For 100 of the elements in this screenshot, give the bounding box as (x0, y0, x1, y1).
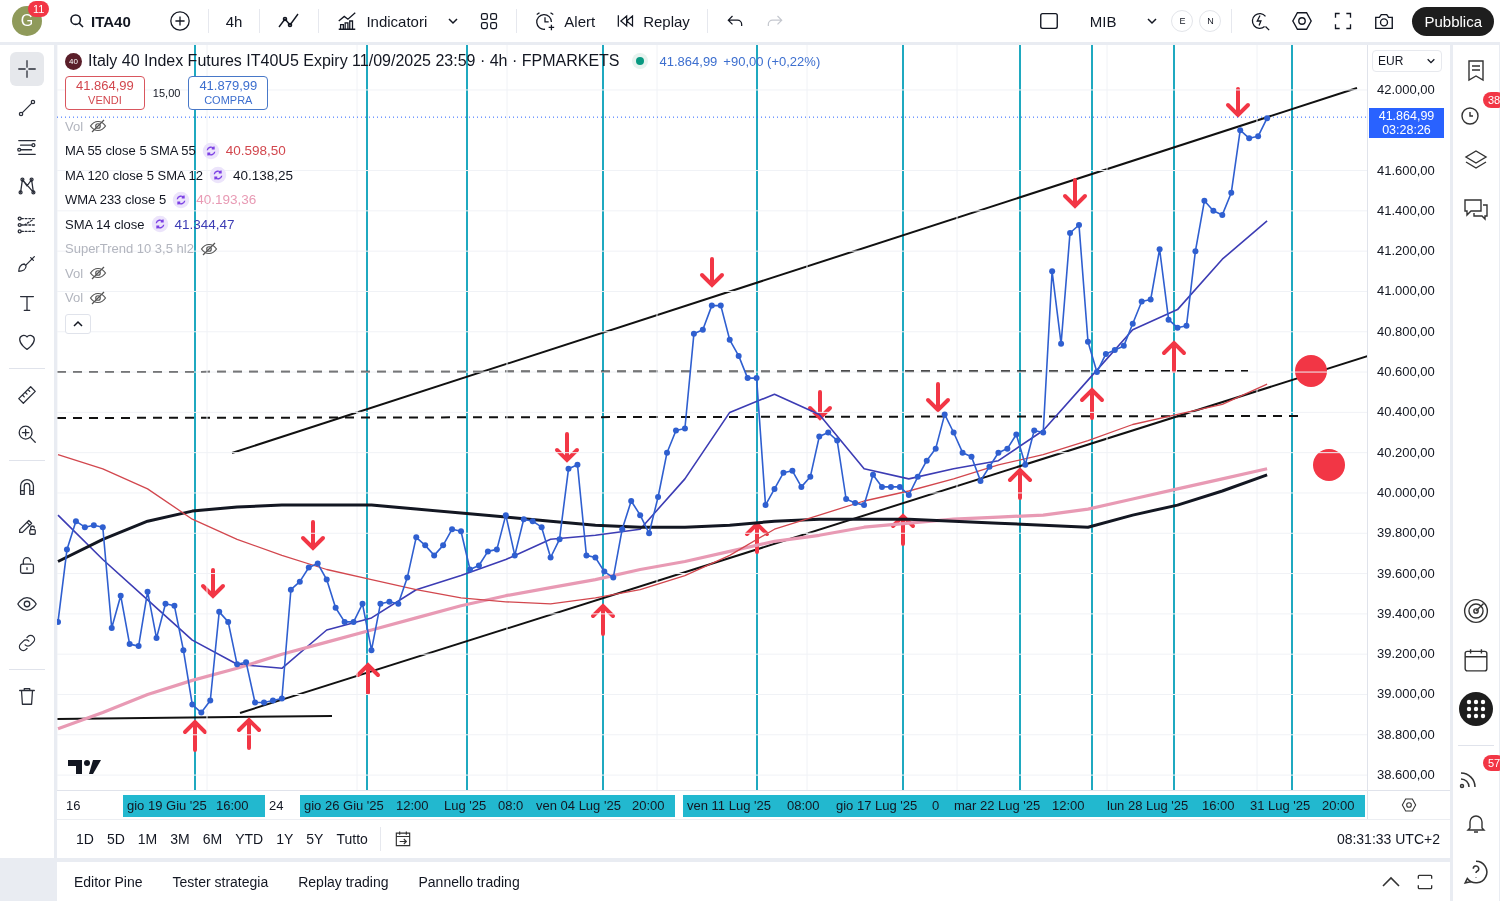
range-button[interactable]: 3M (165, 827, 195, 851)
ruler-icon (16, 384, 38, 406)
collapse-legend-button[interactable] (65, 314, 91, 334)
hidden-eye-icon[interactable] (89, 266, 108, 281)
lightning-search-icon (1249, 10, 1272, 32)
publish-button[interactable]: Pubblica (1412, 6, 1494, 36)
time-axis-label: 20:00 (628, 795, 675, 817)
time-axis-label: ven 11 Lug '25 (683, 795, 783, 817)
panel-tab[interactable]: Replay trading (287, 867, 400, 896)
time-axis-label: 31 Lug '25 (1246, 795, 1318, 817)
caret-icon (447, 15, 460, 27)
time-axis-label: gio 17 Lug '25 (832, 795, 928, 817)
refresh-icon[interactable] (172, 190, 191, 209)
currency-dropdown[interactable]: EUR (1372, 50, 1442, 72)
brush-icon (16, 253, 38, 275)
calendar-icon (1463, 647, 1489, 673)
range-button[interactable]: 1M (132, 827, 163, 851)
indicator-value: 40.598,50 (225, 143, 286, 159)
caret-icon (1146, 15, 1159, 27)
symbol-search-button[interactable]: ITA40 (62, 8, 138, 34)
range-button[interactable]: YTD (230, 827, 269, 851)
price-tick-label: 39.800,00 (1377, 525, 1435, 541)
panel-tab[interactable]: Tester strategia (161, 867, 280, 896)
chat-icon (1463, 197, 1489, 221)
logo-icon (68, 760, 101, 774)
sell-button[interactable]: 41.864,99 VENDI (65, 76, 145, 110)
range-button[interactable]: 6M (197, 827, 228, 851)
indicators-button[interactable]: Indicatori (329, 6, 435, 36)
price-tick-label: 40.000,00 (1377, 484, 1435, 500)
price-tick-label: 38.600,00 (1377, 767, 1435, 783)
refresh-icon[interactable] (150, 215, 169, 234)
time-axis-label: 12:00 (1048, 795, 1103, 817)
pattern-icon (16, 175, 38, 197)
refresh-icon[interactable] (209, 166, 228, 185)
indicator-value: 40.138,25 (233, 167, 294, 183)
price-tick-label: 39.000,00 (1377, 686, 1435, 702)
indicator-name[interactable]: WMA 233 close 5 (65, 192, 167, 208)
help-icon (1463, 859, 1489, 885)
time-axis-label: Lug '25 (440, 795, 494, 817)
panel-tab[interactable]: Editor Pine (63, 867, 154, 896)
time-axis-label: 0 (928, 795, 950, 817)
time-axis-label: lun 28 Lug '25 (1103, 795, 1198, 817)
range-button[interactable]: 5D (101, 827, 130, 851)
time-axis-label: 16:00 (212, 795, 265, 817)
clock[interactable]: 08:31:33 UTC+2 (1336, 831, 1440, 847)
alert-button[interactable]: Alert (527, 6, 603, 36)
price-tick-label: 40.800,00 (1377, 323, 1435, 339)
layers-icon (1464, 148, 1488, 172)
range-button[interactable]: 1Y (271, 827, 299, 851)
replay-button[interactable]: Replay (608, 7, 697, 35)
crosshair-tool-button[interactable] (10, 52, 44, 86)
layout-name-button[interactable]: MIB (1082, 8, 1124, 34)
time-axis-label: 12:00 (392, 795, 440, 817)
target-icon (1463, 598, 1489, 624)
annotation-drawing[interactable] (57, 45, 1367, 790)
hidden-eye-icon[interactable] (89, 290, 108, 305)
time-axis-label: gio 19 Giu '25 (123, 795, 212, 817)
apps-button[interactable] (1459, 692, 1493, 726)
time-axis-label: ven 04 Lug '25 (532, 795, 628, 817)
time-axis-label: 24 (268, 797, 285, 815)
link-icon (16, 632, 38, 654)
price-tick-label: 41.600,00 (1377, 162, 1435, 178)
range-button[interactable]: Tutto (331, 827, 373, 851)
last-price: 41.864,99 (659, 53, 718, 69)
buy-button[interactable]: 41.879,99 COMPRA (188, 76, 269, 110)
chevron-up-icon (73, 320, 83, 328)
price-tick-label: 39.600,00 (1377, 565, 1435, 581)
settings-icon (1291, 10, 1314, 32)
levels-icon (16, 214, 38, 236)
range-button[interactable]: 1D (71, 827, 99, 851)
settings-icon (1401, 797, 1417, 813)
last-price-value: 41.864,99 (1378, 109, 1435, 124)
fullscreen-icon (1333, 11, 1354, 31)
interval-button[interactable]: 4h (218, 8, 250, 34)
panel-tab[interactable]: Pannello trading (407, 867, 531, 896)
price-tick-label: 39.200,00 (1377, 646, 1435, 662)
indicator-name[interactable]: SMA 14 close (65, 216, 145, 232)
trend-line-icon (16, 97, 38, 119)
square-icon (1037, 10, 1060, 32)
time-axis-label: gio 26 Giu '25 (300, 795, 392, 817)
range-button[interactable]: 5Y (301, 827, 329, 851)
time-axis-label: 16 (65, 797, 82, 815)
price-tick-label: 40.400,00 (1377, 404, 1435, 420)
feed-count-badge: 57 (1483, 755, 1500, 771)
hidden-eye-icon[interactable] (89, 119, 108, 134)
bar-countdown: 03:28:26 (1382, 123, 1431, 138)
time-axis-label: 08:0 (494, 795, 532, 817)
price-tick-label: 39.400,00 (1377, 605, 1435, 621)
symbol-logo: 40 (65, 52, 82, 70)
price-tick-label: 41.000,00 (1377, 283, 1435, 299)
alarm-clock-icon (534, 10, 557, 32)
refresh-icon[interactable] (201, 141, 220, 160)
crosshair-icon (16, 58, 38, 80)
hidden-eye-icon[interactable] (199, 241, 218, 256)
time-axis-label: 16:00 (1198, 795, 1246, 817)
chevron-up-icon (1381, 875, 1401, 888)
price-tick-label: 41.400,00 (1377, 202, 1435, 218)
time-axis-label: 20:00 (1318, 795, 1365, 817)
grid-icon (479, 11, 500, 31)
alerts-count-badge: 38 (1483, 92, 1500, 108)
